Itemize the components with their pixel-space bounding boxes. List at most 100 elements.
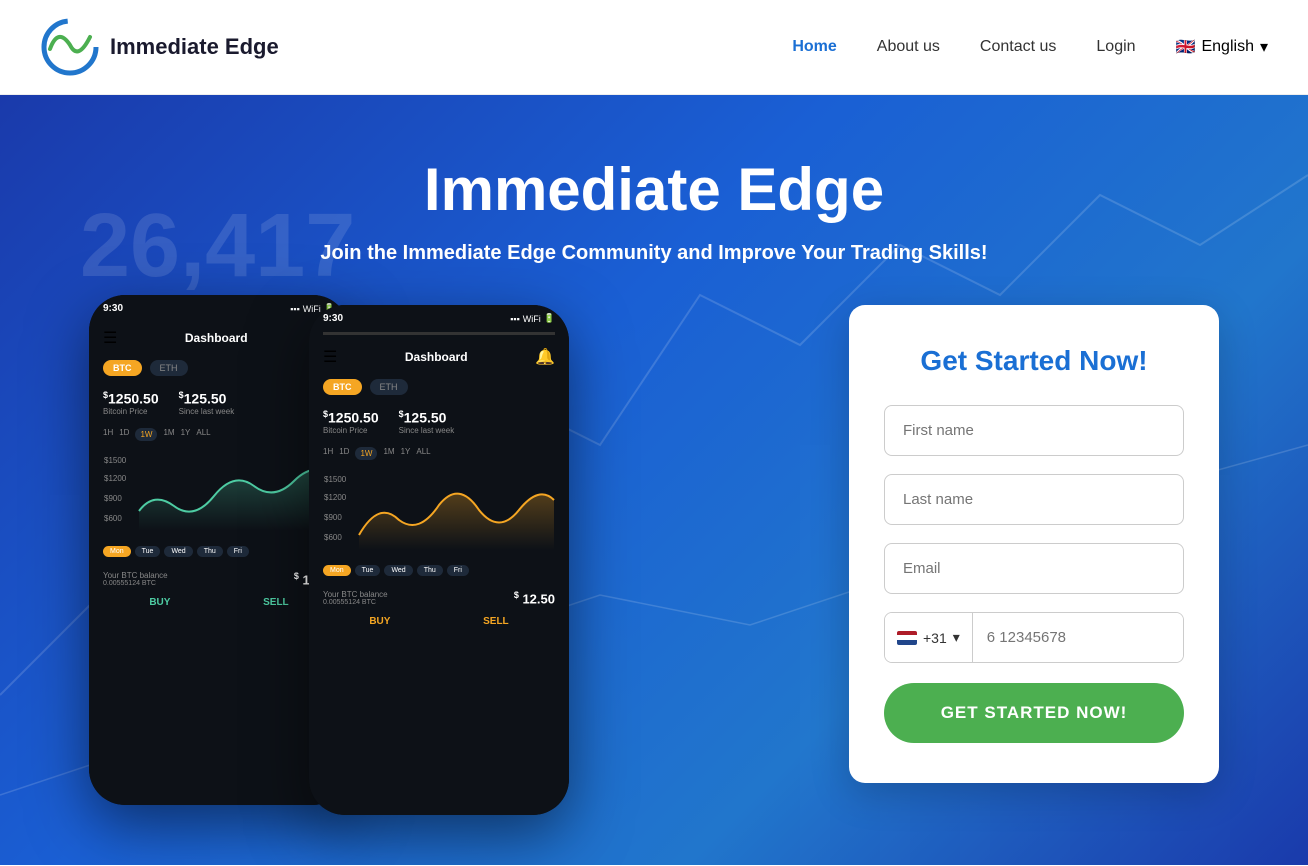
time-1d-1[interactable]: 1D <box>119 428 129 441</box>
balance-label-1: Your BTC balance <box>103 571 168 580</box>
svg-text:$1200: $1200 <box>324 493 347 502</box>
logo-icon <box>40 17 100 77</box>
balance-info-2: Your BTC balance 0.00555124 BTC <box>323 590 388 606</box>
day-wed-1[interactable]: Wed <box>164 546 192 557</box>
hero-title: Immediate Edge <box>424 155 884 224</box>
last-name-field[interactable] <box>884 474 1184 525</box>
logo-area: Immediate Edge <box>40 17 279 77</box>
phones-area: 9:30 ▪▪▪ WiFi 🔋 ☰ Dashboard 🔔 <box>89 295 769 805</box>
phone-time-2: 9:30 <box>323 313 343 324</box>
week-label-1: Since last week <box>179 407 235 416</box>
day-thu-1[interactable]: Thu <box>197 546 223 557</box>
day-wed-2[interactable]: Wed <box>384 565 412 576</box>
nav-login[interactable]: Login <box>1096 38 1135 56</box>
phone-dashboard-title-2: Dashboard <box>405 350 468 364</box>
phone-time-1: 9:30 <box>103 303 123 314</box>
time-all-2[interactable]: ALL <box>416 447 430 460</box>
day-tabs-2: Mon Tue Wed Thu Fri <box>323 565 555 576</box>
svg-text:$1500: $1500 <box>104 456 127 465</box>
hero-content: 9:30 ▪▪▪ WiFi 🔋 ☰ Dashboard 🔔 <box>0 295 1308 805</box>
balance-info-1: Your BTC balance 0.00555124 BTC <box>103 571 168 587</box>
phone-header-2: ☰ Dashboard 🔔 <box>323 347 555 367</box>
sell-button-1[interactable]: SELL <box>263 597 289 608</box>
flag-icon: 🇬🇧 <box>1176 37 1196 57</box>
language-selector[interactable]: 🇬🇧 English ▾ <box>1176 37 1268 57</box>
time-1h-1[interactable]: 1H <box>103 428 113 441</box>
week-price-1: $125.50 <box>179 390 235 407</box>
sell-button-2[interactable]: SELL <box>483 616 509 627</box>
language-label: English <box>1201 38 1253 56</box>
day-tue-2[interactable]: Tue <box>355 565 381 576</box>
balance-amount-2: $ 12.50 <box>514 590 555 606</box>
nav-contact[interactable]: Contact us <box>980 38 1056 56</box>
week-price-2: $125.50 <box>399 409 455 426</box>
time-1m-1[interactable]: 1M <box>163 428 174 441</box>
phone-country-selector[interactable]: +31 ▾ <box>885 613 973 662</box>
day-fri-1[interactable]: Fri <box>227 546 249 557</box>
phone-chart-1: $1500 $1200 $900 $600 <box>103 451 335 531</box>
first-name-field[interactable] <box>884 405 1184 456</box>
price-block-btc-2: $1250.50 Bitcoin Price <box>323 409 379 435</box>
phone-dashboard-title-1: Dashboard <box>185 331 248 345</box>
signup-form-card: Get Started Now! +31 ▾ GET STARTED NOW! <box>849 305 1219 783</box>
header: Immediate Edge Home About us Contact us … <box>0 0 1308 95</box>
phone-status-icons-2: ▪▪▪ WiFi 🔋 <box>510 313 555 324</box>
eth-tab-1[interactable]: ETH <box>150 360 188 376</box>
phone-input-row: +31 ▾ <box>884 612 1184 663</box>
buy-button-2[interactable]: BUY <box>369 616 390 627</box>
btc-eth-tabs-2: BTC ETH <box>323 379 555 395</box>
btc-label-2: Bitcoin Price <box>323 426 379 435</box>
netherlands-flag-icon <box>897 631 917 645</box>
week-label-2: Since last week <box>399 426 455 435</box>
svg-text:$900: $900 <box>104 494 122 503</box>
day-mon-2[interactable]: Mon <box>323 565 351 576</box>
day-tabs-1: Mon Tue Wed Thu Fri <box>103 546 335 557</box>
svg-text:$600: $600 <box>104 514 122 523</box>
price-block-btc-1: $1250.50 Bitcoin Price <box>103 390 159 416</box>
time-tabs-1: 1H 1D 1W 1M 1Y ALL <box>103 428 335 441</box>
get-started-button[interactable]: GET STARTED NOW! <box>884 683 1184 743</box>
buy-button-1[interactable]: BUY <box>149 597 170 608</box>
hamburger-icon-2: ☰ <box>323 347 337 367</box>
svg-text:$600: $600 <box>324 533 342 542</box>
day-tue-1[interactable]: Tue <box>135 546 161 557</box>
eth-tab-2[interactable]: ETH <box>370 379 408 395</box>
time-1y-1[interactable]: 1Y <box>181 428 191 441</box>
svg-text:$900: $900 <box>324 513 342 522</box>
action-buttons-2: BUY SELL <box>323 616 555 627</box>
email-field[interactable] <box>884 543 1184 594</box>
main-nav: Home About us Contact us Login 🇬🇧 Englis… <box>792 37 1268 57</box>
time-all-1[interactable]: ALL <box>196 428 210 441</box>
time-1w-1[interactable]: 1W <box>135 428 157 441</box>
time-1m-2[interactable]: 1M <box>383 447 394 460</box>
price-block-week-2: $125.50 Since last week <box>399 409 455 435</box>
time-1y-2[interactable]: 1Y <box>401 447 411 460</box>
prices-row-2: $1250.50 Bitcoin Price $125.50 Since las… <box>323 409 555 435</box>
balance-row-1: Your BTC balance 0.00555124 BTC $ 12.50 <box>103 571 335 587</box>
action-buttons-1: BUY SELL <box>103 597 335 608</box>
balance-row-2: Your BTC balance 0.00555124 BTC $ 12.50 <box>323 590 555 606</box>
btc-tab-2[interactable]: BTC <box>323 379 362 395</box>
time-1h-2[interactable]: 1H <box>323 447 333 460</box>
hero-section: 26,417 Immediate Edge Join the Immediate… <box>0 95 1308 865</box>
btc-price-2: $1250.50 <box>323 409 379 426</box>
phone-chart-2: $1500 $1200 $900 $600 <box>323 470 555 550</box>
btc-tab-1[interactable]: BTC <box>103 360 142 376</box>
hamburger-icon: ☰ <box>103 328 117 348</box>
nav-home[interactable]: Home <box>792 38 836 56</box>
day-mon-1[interactable]: Mon <box>103 546 131 557</box>
prices-row-1: $1250.50 Bitcoin Price $125.50 Since las… <box>103 390 335 416</box>
time-1w-2[interactable]: 1W <box>355 447 377 460</box>
form-title: Get Started Now! <box>884 345 1184 377</box>
phone-header-1: ☰ Dashboard 🔔 <box>103 328 335 348</box>
time-tabs-2: 1H 1D 1W 1M 1Y ALL <box>323 447 555 460</box>
time-1d-2[interactable]: 1D <box>339 447 349 460</box>
day-thu-2[interactable]: Thu <box>417 565 443 576</box>
chevron-down-icon: ▾ <box>1260 37 1268 57</box>
background-number: 26,417 <box>80 195 355 298</box>
phone-number-field[interactable] <box>973 613 1184 662</box>
btc-eth-tabs-1: BTC ETH <box>103 360 335 376</box>
day-fri-2[interactable]: Fri <box>447 565 469 576</box>
bell-icon-2: 🔔 <box>535 347 555 367</box>
nav-about[interactable]: About us <box>877 38 940 56</box>
